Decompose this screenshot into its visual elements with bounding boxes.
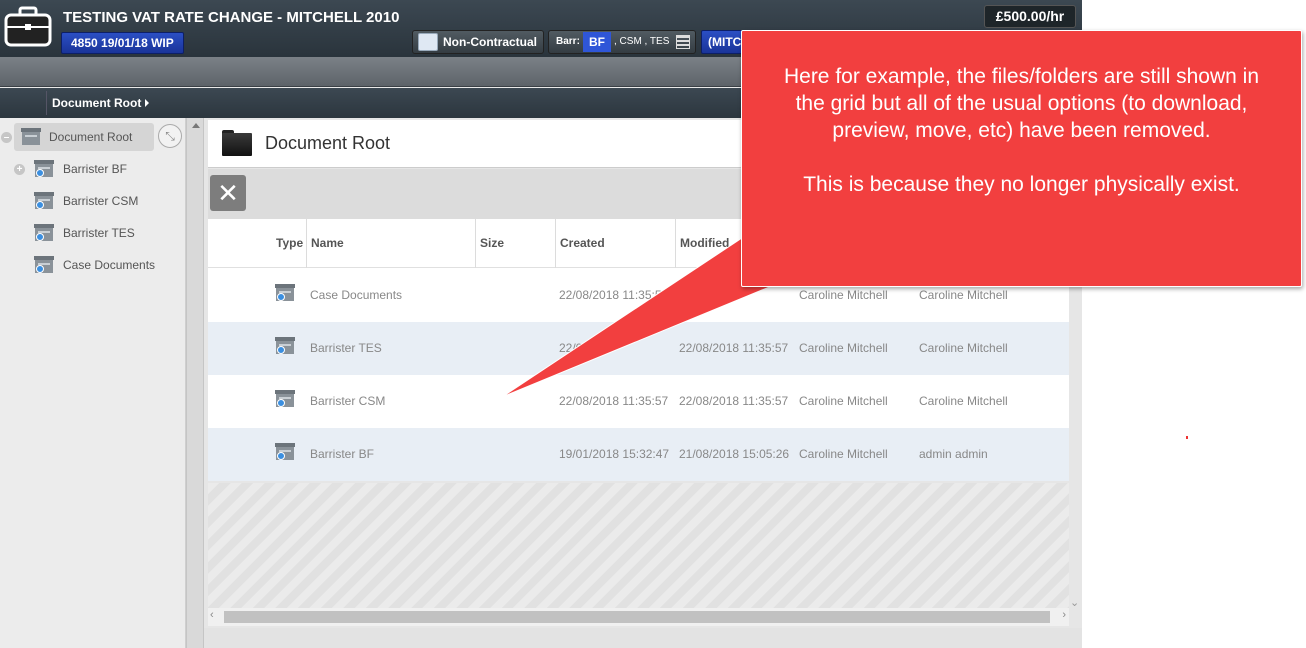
cell-created: 22/08/2018 11:35:57 [559,288,669,302]
expand-plus-icon[interactable]: + [14,164,25,175]
breadcrumb-document-root[interactable]: Document Root [46,91,157,115]
grid-empty-area [208,483,1069,608]
contract-status-button[interactable]: Non-Contractual [412,30,544,54]
locked-folder-icon [275,443,297,463]
caret-right-icon [145,99,150,107]
tree-item-barrister-csm[interactable]: Barrister CSM [34,187,174,215]
breadcrumb-label: Document Root [52,96,142,110]
locked-folder-icon [275,284,297,304]
cell-name: Case Documents [310,288,403,302]
contract-status-label: Non-Contractual [443,35,537,49]
table-row[interactable]: Barrister CSM 22/08/2018 11:35:57 22/08/… [208,375,1069,428]
tree-item-label: Barrister TES [63,226,135,240]
tree-item-label: Barrister CSM [63,194,139,208]
locked-folder-icon [34,256,54,274]
cell-created-by: Caroline Mitchell [799,394,888,408]
list-icon[interactable] [676,35,690,49]
cell-created: 22/0 [559,341,583,355]
pane-splitter[interactable] [186,118,204,648]
cell-modified-by: Caroline Mitchell [919,394,1008,408]
folder-icon [222,130,252,156]
case-title: TESTING VAT RATE CHANGE - MITCHELL 2010 [63,9,400,26]
cell-created: 22/08/2018 11:35:57 [559,394,669,408]
tree-item-case-documents[interactable]: Case Documents [34,251,174,279]
table-row[interactable]: Barrister TES 22/0 22/08/2018 11:35:57 C… [208,322,1069,375]
table-row[interactable]: Barrister BF 19/01/2018 15:32:47 21/08/2… [208,428,1069,481]
chevron-right-icon[interactable]: › [1062,609,1066,621]
barrister-others: , CSM , TES [614,36,670,47]
hourly-rate-badge: £500.00/hr [984,5,1076,28]
column-header-size[interactable]: Size [475,219,555,268]
tree-item-label: Case Documents [63,258,156,272]
panel-footer [204,628,1082,648]
archive-folder-icon [21,128,41,146]
column-header-name[interactable]: Name [306,219,476,268]
locked-folder-icon [34,160,54,178]
locked-folder-icon [275,390,297,410]
cell-modified-by: admin admin [919,447,988,461]
callout-text-1: Here for example, the files/folders are … [783,65,1260,142]
tree-item-label: Barrister BF [63,162,128,176]
tree-item-label: Document Root [49,130,133,144]
cell-name: Barrister CSM [310,394,386,408]
cell-created-by: Caroline Mitchell [799,447,888,461]
cell-modified-by: Caroline Mitchell [919,341,1008,355]
locked-folder-icon [34,192,54,210]
chevron-up-icon[interactable] [192,123,200,128]
expand-collapse-arrows-icon[interactable]: ⤡ [158,124,182,148]
cell-modified: 21/08/2018 15:05:26 [679,447,790,461]
close-icon[interactable]: ✕ [210,175,246,211]
document-edit-icon [418,33,438,51]
barrister-selected-chip[interactable]: BF [583,32,611,52]
column-header-created[interactable]: Created [555,219,675,268]
case-reference-button[interactable]: 4850 19/01/18 WIP [61,32,184,54]
collapse-minus-icon[interactable]: – [1,132,12,143]
scrollbar-thumb[interactable] [224,611,1050,623]
cell-name: Barrister TES [310,341,382,355]
chevron-down-icon[interactable]: ⌄ [1070,596,1079,609]
briefcase-icon [4,6,52,47]
cell-modified: 22/08/2018 11:35:57 [679,394,789,408]
barrister-label: Barr: [556,36,580,47]
tree-item-barrister-bf[interactable]: Barrister BF [34,155,174,183]
cell-created: 19/01/2018 15:32:47 [559,447,670,461]
stray-mark [1186,436,1188,439]
horizontal-scrollbar[interactable]: ‹ › [208,608,1069,626]
barrister-selector[interactable]: Barr: BF , CSM , TES [548,30,696,54]
locked-folder-icon [34,224,54,242]
annotation-callout: Here for example, the files/folders are … [741,30,1302,287]
cell-created-by: Caroline Mitchell [799,341,888,355]
column-header-type[interactable]: Type [272,219,303,268]
locked-folder-icon [275,337,297,357]
panel-title: Document Root [265,133,391,153]
tree-item-document-root[interactable]: Document Root [14,123,154,151]
tree-item-barrister-tes[interactable]: Barrister TES [34,219,174,247]
folder-tree: – Document Root ⤡ + Barrister BF Barrist… [0,118,186,648]
cell-modified: 22/08/2018 11:35:57 [679,341,789,355]
callout-text-2: This is because they no longer physicall… [803,173,1240,196]
chevron-left-icon[interactable]: ‹ [210,609,214,621]
cell-name: Barrister BF [310,447,375,461]
